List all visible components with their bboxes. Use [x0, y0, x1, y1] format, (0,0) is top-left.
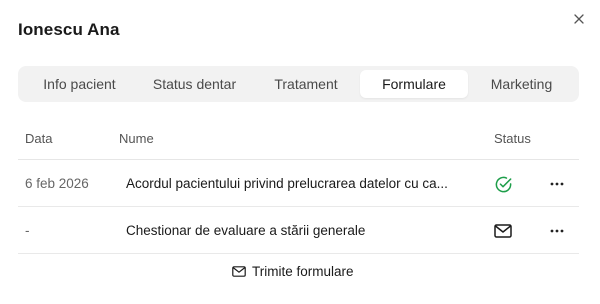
table-header: Data Nume Status — [18, 124, 579, 160]
patient-panel: Ionescu Ana Info pacient Status dentar T… — [0, 0, 600, 304]
row-more-button[interactable] — [546, 220, 568, 242]
close-button[interactable] — [570, 10, 588, 28]
row-form-name[interactable]: Acordul pacientului privind prelucrarea … — [126, 176, 466, 191]
status-completed — [492, 173, 514, 195]
tab-bar: Info pacient Status dentar Tratament For… — [18, 66, 579, 102]
status-sent — [492, 220, 514, 242]
row-more-button[interactable] — [546, 173, 568, 195]
column-header-date: Data — [25, 131, 53, 146]
tab-info-pacient[interactable]: Info pacient — [22, 70, 137, 98]
send-forms-button[interactable]: Trimite formulare — [232, 260, 354, 282]
table-row[interactable]: - Chestionar de evaluare a stării genera… — [18, 207, 579, 254]
tab-status-dentar[interactable]: Status dentar — [137, 70, 252, 98]
send-forms-label: Trimite formulare — [252, 263, 354, 279]
row-date: 6 feb 2026 — [25, 176, 89, 191]
row-form-name[interactable]: Chestionar de evaluare a stării generale — [126, 223, 466, 238]
more-horizontal-icon — [550, 182, 564, 186]
tab-formulare[interactable]: Formulare — [360, 70, 468, 98]
tab-marketing[interactable]: Marketing — [468, 70, 575, 98]
mail-icon — [494, 224, 512, 238]
column-header-status: Status — [494, 131, 531, 146]
check-circle-icon — [495, 176, 511, 192]
column-header-name: Nume — [119, 131, 154, 146]
page-title: Ionescu Ana — [18, 20, 120, 39]
row-date: - — [25, 223, 30, 238]
table-row[interactable]: 6 feb 2026 Acordul pacientului privind p… — [18, 160, 579, 207]
mail-icon — [232, 265, 246, 277]
more-horizontal-icon — [550, 229, 564, 233]
close-icon — [574, 14, 584, 24]
tab-tratament[interactable]: Tratament — [252, 70, 360, 98]
